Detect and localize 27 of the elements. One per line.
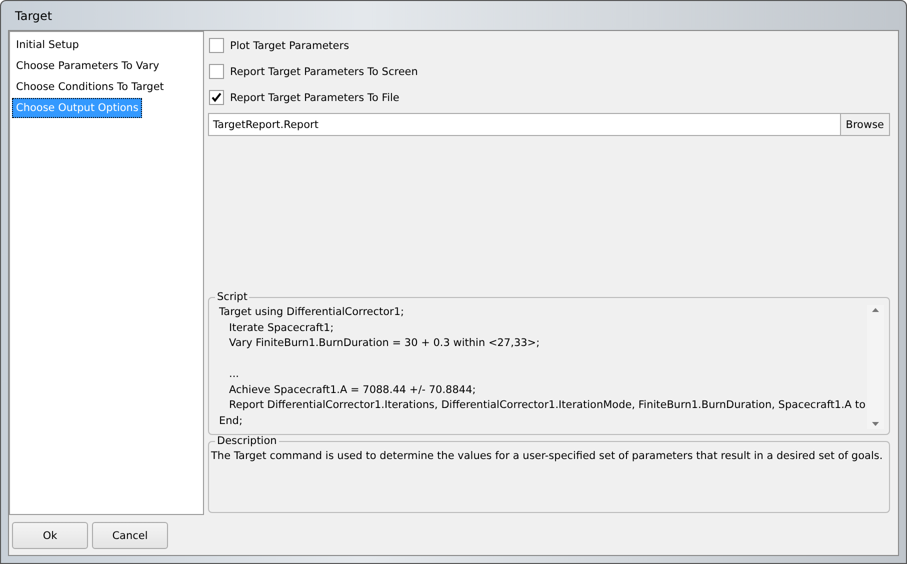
window-title: Target	[14, 8, 54, 24]
step-item[interactable]: Choose Conditions To Target	[12, 77, 168, 97]
checkbox[interactable]	[209, 38, 224, 53]
group-title: Description	[216, 435, 278, 447]
script-line: Iterate Spacecraft1;	[228, 320, 335, 336]
checkbox-label: Plot Target Parameters	[230, 40, 350, 52]
script-line: End;	[219, 414, 244, 428]
checkbox[interactable]	[209, 90, 224, 105]
step-item[interactable]: Choose Parameters To Vary	[12, 56, 164, 76]
checkbox-label: Report Target Parameters To Screen	[230, 66, 418, 78]
checkbox-label: Report Target Parameters To File	[230, 92, 400, 104]
script-line: Achieve Spacecraft1.A = 7088.44 +/- 70.8844;	[228, 382, 477, 398]
dialog-button[interactable]: Cancel	[92, 522, 168, 549]
scroll-down-icon[interactable]	[872, 422, 879, 426]
checkbox[interactable]	[209, 64, 224, 79]
script-line: Report DifferentialCorrector1.Iterations, DifferentialCorrector1.IterationMode, FiniteBurn1.BurnDuration, Spacecraft1.A to	[228, 398, 867, 413]
group-title: Script	[216, 291, 248, 303]
script-line: Vary FiniteBurn1.BurnDuration = 30 + 0.3 within <27,33>;	[228, 336, 541, 351]
script-line: Target using DifferentialCorrector1;	[219, 305, 406, 320]
step-item[interactable]: Initial Setup	[12, 35, 83, 55]
dialog-button[interactable]: Ok	[12, 522, 88, 549]
scroll-up-icon[interactable]	[872, 308, 879, 312]
description-text: The Target command is used to determine the values for a user-specified set of parameters that result in a desired set of goals.	[211, 449, 884, 464]
file-name-field[interactable]: TargetReport.Report	[208, 113, 841, 136]
browse-button[interactable]: Browse	[840, 113, 890, 136]
script-line: ...	[228, 367, 240, 382]
scrollbar[interactable]	[867, 305, 884, 429]
